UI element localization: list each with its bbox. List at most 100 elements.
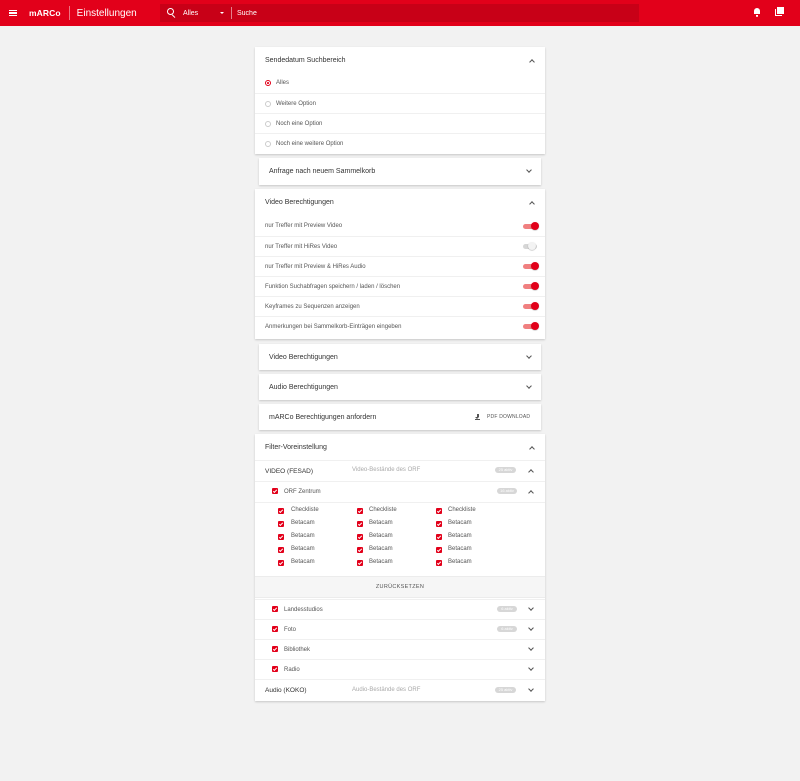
grid-item-label: Betacam — [448, 559, 472, 565]
toggle-label: Funktion Suchabfragen speichern / laden … — [265, 283, 401, 290]
active-count-badge: 25 aktiv — [495, 467, 516, 473]
toggle-switch[interactable] — [523, 322, 539, 331]
panel-header[interactable]: Audio Berechtigungen — [259, 374, 541, 400]
checkbox[interactable] — [272, 606, 278, 612]
checkbox[interactable] — [278, 547, 284, 553]
toggle-row: Keyframes zu Sequenzen anzeigen — [255, 296, 545, 316]
reset-bar: ZURÜCKSETZEN — [255, 576, 545, 598]
radio-option[interactable]: Noch eine Option — [255, 113, 545, 133]
checkbox[interactable] — [436, 547, 442, 553]
category-description: Video-Bestände des ORF — [352, 467, 421, 473]
download-icon[interactable] — [475, 414, 480, 420]
radio-option[interactable]: Alles — [255, 73, 545, 93]
radio-option[interactable]: Weitere Option — [255, 93, 545, 113]
search-icon[interactable] — [167, 7, 178, 19]
toggle-label: Anmerkungen bei Sammelkorb-Einträgen ein… — [265, 323, 402, 330]
radio-unselected[interactable] — [265, 120, 271, 127]
top-bar: mARCo Einstellungen Alles — [0, 0, 800, 26]
checkbox[interactable] — [436, 508, 442, 514]
panel-title: Filter-Voreinstellung — [265, 444, 327, 451]
chevron-up-icon[interactable] — [529, 59, 535, 65]
toggle-switch[interactable] — [523, 282, 539, 291]
panel-title: Video Berechtigungen — [269, 353, 338, 361]
subcategory-label: Landesstudios — [284, 606, 323, 613]
checkbox[interactable] — [278, 534, 284, 540]
brand-logo[interactable]: mARCo — [29, 8, 61, 18]
checkbox[interactable] — [272, 626, 278, 632]
category-description: Audio-Bestände des ORF — [352, 687, 421, 693]
checkbox[interactable] — [357, 534, 363, 540]
chevron-up-icon[interactable] — [529, 201, 535, 207]
pdf-download-button[interactable]: PDF DOWNLOAD — [487, 414, 530, 420]
chevron-down-icon[interactable] — [220, 12, 224, 14]
checkbox[interactable] — [357, 547, 363, 553]
radio-selected[interactable] — [265, 80, 271, 86]
chevron-down-icon[interactable] — [526, 383, 532, 389]
checkbox[interactable] — [357, 508, 363, 514]
panel-audio-berechtigungen[interactable]: Audio Berechtigungen — [259, 374, 541, 400]
category-label: Audio (KOKO) — [265, 687, 307, 694]
radio-option[interactable]: Noch eine weitere Option — [255, 133, 545, 153]
active-count-badge: 25 aktiv — [495, 687, 516, 693]
filter-subcategory[interactable]: Radio — [255, 659, 545, 679]
panel-video-berechtigungen: Video Berechtigungen nur Treffer mit Pre… — [255, 189, 545, 339]
checkbox[interactable] — [272, 488, 278, 494]
checkbox[interactable] — [272, 666, 278, 672]
reset-button[interactable]: ZURÜCKSETZEN — [376, 584, 424, 590]
search-scope-select[interactable]: Alles — [183, 10, 220, 17]
filter-subcategory[interactable]: Bibliothek — [255, 639, 545, 659]
radio-unselected[interactable] — [265, 140, 271, 147]
grid-item-label: Betacam — [448, 520, 472, 526]
toggle-switch[interactable] — [523, 221, 539, 231]
panel-title: Video Berechtigungen — [265, 199, 334, 206]
toggle-row: nur Treffer mit Preview & HiRes Audio — [255, 256, 545, 276]
grid-item-label: Checkliste — [448, 507, 476, 513]
toggle-label: nur Treffer mit Preview & HiRes Audio — [265, 263, 366, 270]
radio-label: Noch eine weitere Option — [276, 140, 344, 147]
panel-header[interactable]: Sendedatum Suchbereich — [255, 47, 545, 74]
subcategory-label: Radio — [284, 666, 300, 673]
radio-unselected[interactable] — [265, 100, 271, 107]
search-input[interactable] — [237, 9, 617, 17]
checkbox[interactable] — [357, 560, 363, 566]
grid-item-label: Betacam — [291, 559, 315, 565]
checkbox[interactable] — [436, 521, 442, 527]
toggle-switch[interactable] — [523, 242, 539, 251]
grid-item-label: Betacam — [291, 533, 315, 539]
toggle-switch[interactable] — [523, 262, 539, 271]
grid-item-label: Betacam — [291, 546, 315, 552]
chevron-up-icon[interactable] — [529, 446, 535, 452]
active-count-badge: 16 aktiv — [497, 488, 517, 494]
subcategory-label: Foto — [284, 626, 297, 633]
panel-header[interactable]: Video Berechtigungen — [259, 344, 541, 370]
panel-header[interactable]: Anfrage nach neuem Sammelkorb — [259, 158, 541, 185]
bell-icon[interactable] — [753, 8, 760, 17]
checkbox[interactable] — [272, 646, 278, 652]
grid-item-label: Checkliste — [369, 507, 397, 513]
checkbox[interactable] — [357, 521, 363, 527]
panel-header[interactable]: Video Berechtigungen — [255, 189, 545, 216]
library-icon[interactable] — [775, 7, 785, 17]
grid-item-label: Betacam — [448, 533, 472, 539]
checkbox[interactable] — [436, 560, 442, 566]
panel-header[interactable]: Filter-Voreinstellung — [255, 434, 545, 461]
panel-marco-berechtigungen: mARCo Berechtigungen anfordern PDF DOWNL… — [259, 404, 541, 430]
toggle-label: nur Treffer mit HiRes Video — [265, 243, 338, 250]
menu-icon[interactable] — [9, 10, 17, 16]
checkbox[interactable] — [278, 508, 284, 514]
chevron-down-icon[interactable] — [526, 167, 532, 173]
grid-item-label: Betacam — [369, 559, 393, 565]
checkbox[interactable] — [278, 521, 284, 527]
category-label: VIDEO (FESAD) — [265, 467, 314, 475]
panel-video-berechtigungen-2[interactable]: Video Berechtigungen — [259, 344, 541, 370]
panel-sammelkorb[interactable]: Anfrage nach neuem Sammelkorb — [259, 158, 541, 185]
panel-title: Anfrage nach neuem Sammelkorb — [269, 168, 376, 175]
subcategory-label: Bibliothek — [284, 646, 311, 653]
chevron-down-icon[interactable] — [526, 353, 532, 359]
active-count-badge: 6 aktiv — [497, 626, 517, 632]
radio-label: Weitere Option — [276, 100, 316, 107]
checkbox[interactable] — [278, 560, 284, 566]
page-title: Einstellungen — [76, 7, 137, 19]
toggle-switch[interactable] — [523, 302, 539, 311]
checkbox[interactable] — [436, 534, 442, 540]
